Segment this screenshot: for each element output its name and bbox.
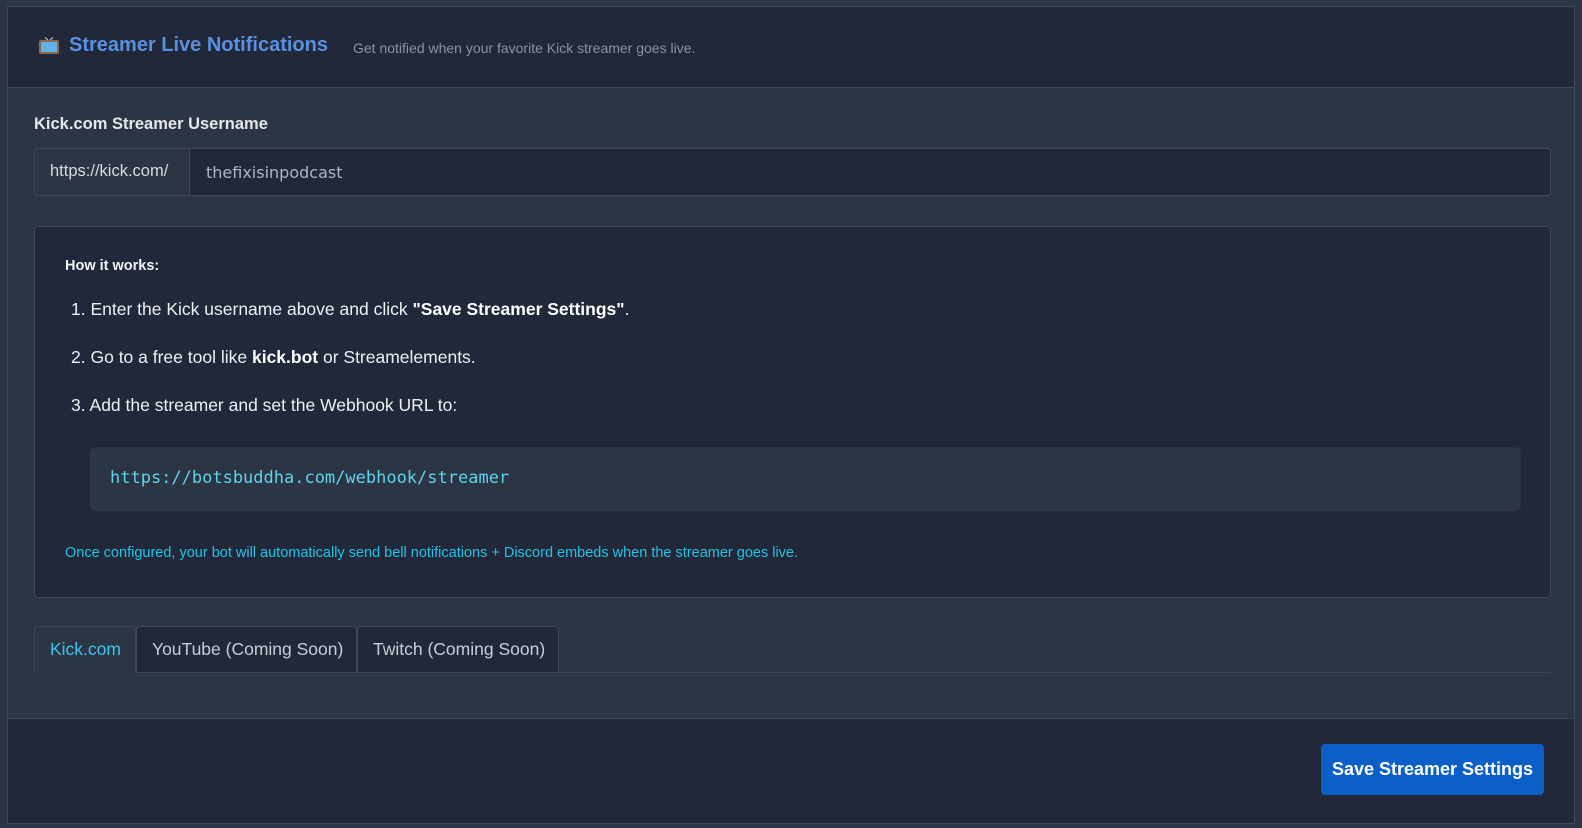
how-it-works-panel: How it works: 1. Enter the Kick username… (34, 226, 1551, 598)
page-title: Streamer Live Notifications (69, 34, 328, 56)
step-text-end: or Streamelements. (318, 347, 476, 367)
webhook-url[interactable]: https://botsbuddha.com/webhook/streamer (110, 468, 509, 488)
configuration-note: Once configured, your bot will automatic… (65, 545, 799, 561)
tab-youtube[interactable]: YouTube (Coming Soon) (136, 626, 357, 672)
step-1: 1. Enter the Kick username above and cli… (71, 299, 629, 320)
save-streamer-settings-button[interactable]: Save Streamer Settings (1321, 744, 1544, 795)
step-text: Enter the Kick username above and click (90, 299, 413, 319)
how-it-works-heading: How it works: (65, 258, 160, 274)
username-input-group: https://kick.com/ (34, 148, 1551, 196)
streamer-settings-card: Streamer Live Notifications Get notified… (7, 6, 1575, 824)
step-text: Go to a free tool like (90, 347, 252, 367)
tab-kick[interactable]: Kick.com (34, 626, 136, 673)
platform-tabs: Kick.com YouTube (Coming Soon) Twitch (C… (34, 626, 1551, 673)
step-3: 3. Add the streamer and set the Webhook … (71, 395, 457, 416)
page-subtitle: Get notified when your favorite Kick str… (353, 40, 696, 56)
step-bold-text: kick.bot (251, 347, 319, 367)
step-text: Add the streamer and set the Webhook URL… (89, 395, 458, 415)
webhook-url-block: https://botsbuddha.com/webhook/streamer (90, 447, 1521, 511)
step-number: 3. (71, 395, 86, 415)
step-2: 2. Go to a free tool like kick.bot or St… (71, 347, 476, 368)
step-number: 2. (71, 347, 86, 367)
url-prefix: https://kick.com/ (35, 149, 190, 195)
step-number: 1. (71, 299, 86, 319)
card-footer: Save Streamer Settings (8, 718, 1574, 823)
tv-icon (39, 37, 59, 54)
tab-twitch[interactable]: Twitch (Coming Soon) (357, 626, 559, 672)
card-header: Streamer Live Notifications Get notified… (8, 7, 1574, 88)
username-label: Kick.com Streamer Username (34, 115, 268, 133)
step-text-end: . (624, 299, 630, 319)
step-bold-text: "Save Streamer Settings" (412, 299, 625, 319)
username-input[interactable] (190, 149, 1550, 195)
